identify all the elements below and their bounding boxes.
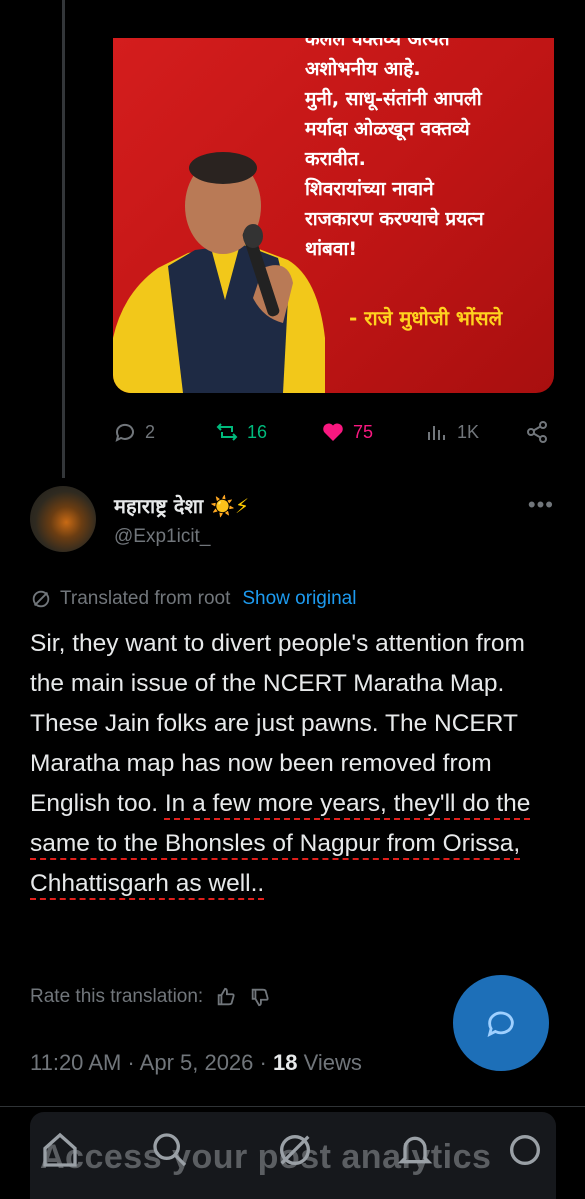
display-name[interactable]: महाराष्ट्र देशा ☀️⚡	[114, 492, 249, 519]
image-quote-text: कलल वक्तव्य अत्यंत अशोभनीय आहे. मुनी, सा…	[305, 38, 484, 260]
bar-chart-icon	[428, 426, 445, 440]
chat-bubble-icon	[487, 1011, 514, 1037]
like-count: 75	[353, 421, 374, 442]
messages-icon[interactable]	[505, 1130, 545, 1170]
notifications-icon[interactable]	[395, 1130, 435, 1170]
reply-icon	[115, 423, 134, 442]
thumbs-up-icon[interactable]	[215, 986, 237, 1008]
reply-header: महाराष्ट्र देशा ☀️⚡ @Exp1icit_ •••	[30, 486, 570, 556]
display-name-text: महाराष्ट्र देशा	[114, 494, 204, 518]
views-button[interactable]: 1K	[425, 414, 479, 450]
translate-icon	[32, 590, 50, 608]
post-meta: 11:20 AM · Apr 5, 2026 · 18 Views	[30, 1050, 362, 1076]
more-options-icon[interactable]: •••	[528, 492, 554, 518]
timestamp: 11:20 AM · Apr 5, 2026 ·	[30, 1050, 273, 1075]
action-bar: 2 16 75 1K	[113, 414, 558, 450]
view-count: 18	[272, 1050, 298, 1075]
thumbs-down-icon[interactable]	[249, 986, 271, 1008]
reply-button[interactable]: 2	[113, 414, 155, 450]
views-label: Views	[297, 1050, 362, 1075]
handle[interactable]: @Exp1icit_	[114, 526, 210, 548]
cut-off-text: ·	[100, 0, 160, 8]
avatar[interactable]	[30, 486, 96, 552]
thread-line	[62, 0, 65, 478]
tweet-text-plain: Sir, they want to divert people's attent…	[30, 630, 525, 817]
divider	[0, 1106, 585, 1107]
like-button[interactable]: 75	[321, 414, 373, 450]
reply-count: 2	[145, 421, 156, 442]
post-image[interactable]: कलल वक्तव्य अत्यंत अशोभनीय आहे. मुनी, सा…	[113, 38, 554, 393]
repost-count: 16	[247, 421, 268, 442]
bottom-nav	[30, 1130, 556, 1190]
share-button[interactable]	[525, 414, 549, 450]
translated-label: Translated from root	[60, 588, 231, 609]
tweet-text: Sir, they want to divert people's attent…	[30, 624, 558, 904]
search-icon[interactable]	[150, 1130, 190, 1170]
share-icon	[527, 421, 547, 443]
heart-icon	[323, 423, 343, 441]
image-author-text: - राजे मुधोजी भोंसले	[349, 306, 503, 330]
translation-notice: Translated from root Show original	[30, 588, 356, 610]
rate-translation: Rate this translation:	[30, 986, 271, 1008]
grok-icon[interactable]	[275, 1130, 315, 1170]
repost-button[interactable]: 16	[215, 414, 267, 450]
show-original-link[interactable]: Show original	[242, 588, 356, 610]
reply-fab-button[interactable]	[453, 975, 549, 1071]
views-count: 1K	[457, 421, 480, 442]
repost-icon	[216, 423, 238, 441]
bolt-emoji: ⚡	[235, 494, 250, 518]
rate-label: Rate this translation:	[30, 986, 204, 1007]
sun-emoji: ☀️	[210, 494, 236, 518]
home-icon[interactable]	[40, 1130, 80, 1170]
